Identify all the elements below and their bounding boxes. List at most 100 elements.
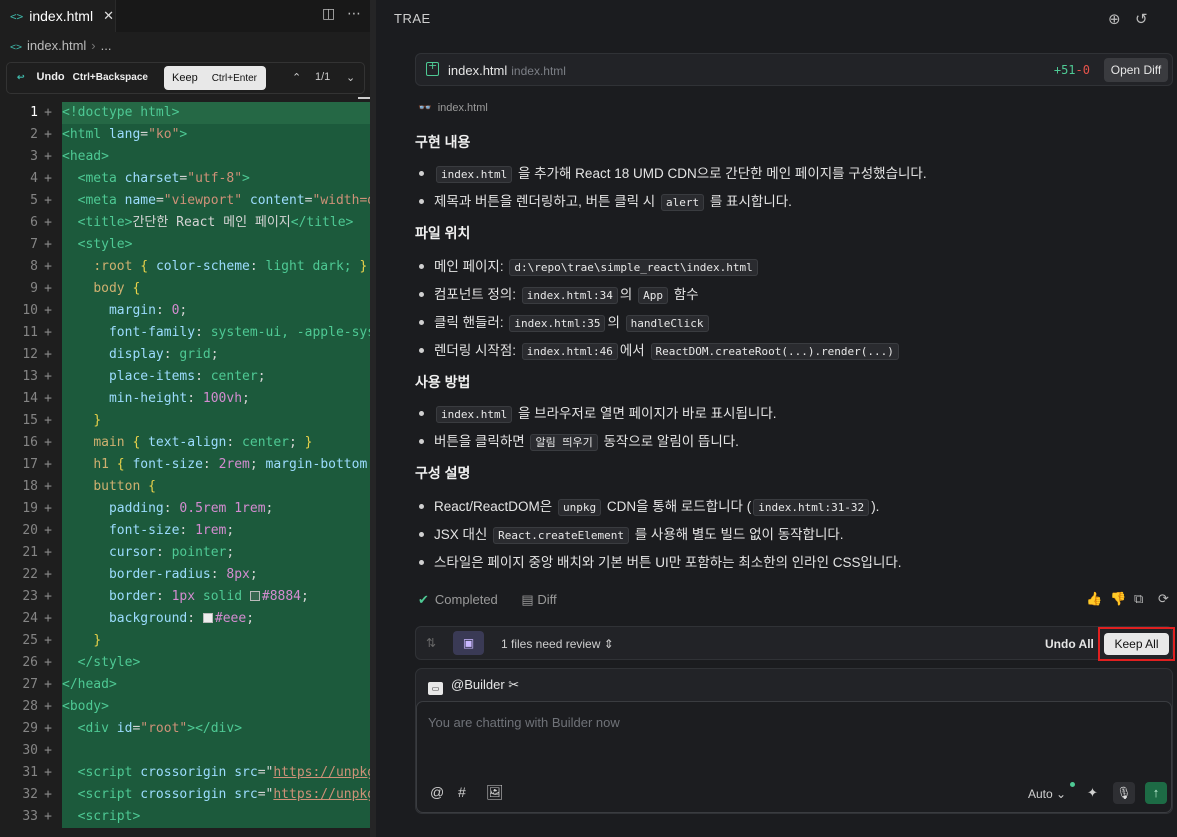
keep-all-highlight: Keep All: [1098, 627, 1175, 661]
inline-review-bar: ↩ Undo Ctrl+Backspace Keep Ctrl+Enter ⌃ 1/1…: [6, 62, 365, 94]
task-status: ✔ Completed ▤ Diff: [418, 592, 557, 607]
color-swatch: [249, 591, 260, 601]
thumbs-up-icon[interactable]: 👍: [1086, 592, 1102, 607]
file-path: index.html: [511, 64, 566, 78]
message-input[interactable]: You are chatting with Builder now @ # 🖼 …: [416, 701, 1172, 813]
code-editor: <> index.html ✕ ◫ ⋯ <> index.html ›... ↩ Un…: [0, 0, 372, 837]
builder-icon: ▭: [428, 682, 443, 695]
list-item: 제목과 버튼을 렌더링하고, 버튼 클릭 시 alert 를 표시합니다.: [415, 190, 792, 211]
list-item: 메인 페이지: d:\repo\trae\simple_react\index.…: [415, 255, 760, 276]
code-line: 25 + }: [0, 630, 372, 652]
review-file-icon[interactable]: ▣: [453, 631, 484, 655]
code-line: 19 + padding: 0.5rem 1rem;: [0, 498, 372, 520]
chevron-up-icon[interactable]: ⌃: [292, 71, 301, 84]
section-heading: 파일 위치: [415, 225, 471, 241]
split-editor-icon[interactable]: ◫: [322, 6, 335, 22]
breadcrumb-more[interactable]: ...: [101, 38, 112, 53]
section-heading: 구성 설명: [415, 465, 471, 481]
file-name: index.html index.html: [448, 63, 566, 78]
breadcrumb-file[interactable]: index.html: [27, 38, 86, 53]
code-line: 13 + place-items: center;: [0, 366, 372, 388]
diff-icon: ▤: [521, 592, 534, 607]
editor-tab-bar: <> index.html ✕ ◫ ⋯: [0, 0, 372, 32]
undo-label: Undo: [36, 71, 65, 83]
code-line: 15 + }: [0, 410, 372, 432]
close-icon[interactable]: ✕: [103, 8, 114, 24]
code-line: 20 + font-size: 1rem;: [0, 520, 372, 542]
code-file-icon: <>: [10, 9, 24, 23]
agent-selector[interactable]: ▭ @Builder ✂: [428, 677, 519, 695]
tab-index-html[interactable]: <> index.html ✕: [0, 0, 116, 32]
history-icon[interactable]: ↺: [1135, 10, 1148, 28]
code-line: 8 + :root { color-scheme: light dark; }: [0, 256, 372, 278]
code-line: 17 + h1 { font-size: 2rem; margin-bottom:: [0, 454, 372, 476]
code-line: 3 + <head>: [0, 146, 372, 168]
changed-file-card[interactable]: index.htmlindex.html +51-0 Open Diff: [415, 53, 1173, 86]
status-dot: [1070, 782, 1075, 787]
hash-icon[interactable]: #: [458, 784, 466, 800]
code-line: 5 + <meta name="viewport" content="width=…: [0, 190, 372, 212]
keep-shortcut: Ctrl+Enter: [211, 72, 257, 84]
tab-label: index.html: [29, 8, 94, 24]
files-review-dropdown[interactable]: 1 files need review ⇕: [501, 637, 614, 651]
app-window: <> index.html ✕ ◫ ⋯ <> index.html ›... ↩ Un…: [0, 0, 1177, 837]
model-selector[interactable]: Auto ⌄: [1028, 787, 1066, 801]
code-line: 16 + main { text-align: center; }: [0, 432, 372, 454]
copy-icon[interactable]: ⧉: [1134, 592, 1143, 607]
keep-all-button[interactable]: Keep All: [1104, 633, 1169, 655]
undo-button[interactable]: ↩ Undo Ctrl+Backspace: [17, 71, 148, 83]
regenerate-icon[interactable]: ⟳: [1158, 592, 1169, 607]
list-item: React/ReactDOM은 unpkg CDN을 통해 로드합니다 (ind…: [415, 495, 879, 516]
code-line: 11 + font-family: system-ui, -apple-sys: [0, 322, 372, 344]
code-line: 26 + </style>: [0, 652, 372, 674]
list-item: index.html 을 추가해 React 18 UMD CDN으로 간단한 …: [415, 162, 927, 183]
breadcrumb: <> index.html ›...: [10, 38, 111, 53]
undo-arrow-icon: ↩: [17, 72, 25, 82]
code-line: 6 + <title>간단한 React 메인 페이지</title>: [0, 212, 372, 234]
section-heading: 사용 방법: [415, 374, 471, 390]
microphone-icon[interactable]: 🎙: [1113, 782, 1135, 804]
list-item: index.html 을 브라우저로 열면 페이지가 바로 표시됩니다.: [415, 402, 776, 423]
keep-button[interactable]: Keep Ctrl+Enter: [164, 66, 266, 90]
code-line: 29 + <div id="root"></div>: [0, 718, 372, 740]
code-file-icon: <>: [10, 42, 23, 53]
mention-icon[interactable]: @: [430, 784, 444, 800]
list-item: 렌더링 시작점: index.html:46 에서 ReactDOM.create…: [415, 339, 901, 360]
glasses-icon: 👓: [418, 102, 432, 114]
list-item: 버튼을 클릭하면 알림 띄우기 동작으로 알림이 뜹니다.: [415, 430, 739, 451]
code-line: 24 + background: #eee;: [0, 608, 372, 630]
list-item: 컴포넌트 정의: index.html:34 의 App 함수: [415, 283, 699, 304]
list-item: 스타일은 페이지 중앙 배치와 기본 버튼 UI만 포함하는 최소한의 인라인 …: [415, 551, 902, 571]
code-line: 30 +: [0, 740, 372, 762]
code-lines[interactable]: 1 + <!doctype html> 2 + <html lang="ko"> 3 + <…: [0, 102, 372, 828]
more-actions-icon[interactable]: ⋯: [347, 6, 361, 22]
code-line: 23 + border: 1px solid #8884;: [0, 586, 372, 608]
code-line: 33 + <script>: [0, 806, 372, 828]
code-line: 31 + <script crossorigin src="https://unp…: [0, 762, 372, 784]
list-item: JSX 대신 React.createElement 를 사용해 별도 빌드 없…: [415, 523, 844, 544]
collapse-icon[interactable]: ⇅: [426, 636, 436, 650]
diff-stats: +51-0: [1053, 63, 1090, 77]
code-line: 32 + <script crossorigin src="https://unp…: [0, 784, 372, 806]
code-line: 9 + body {: [0, 278, 372, 300]
change-position: 1/1: [315, 71, 331, 83]
code-line: 18 + button {: [0, 476, 372, 498]
chevron-down-icon[interactable]: ⌄: [346, 71, 355, 84]
keep-label: Keep: [172, 72, 198, 84]
diff-link[interactable]: ▤ Diff: [521, 592, 556, 607]
open-diff-button[interactable]: Open Diff: [1104, 58, 1168, 82]
viewed-file[interactable]: 👓 index.html: [418, 101, 488, 114]
sparkle-icon[interactable]: ✦: [1087, 785, 1098, 801]
list-item: 클릭 핸들러: index.html:35 의 handleClick: [415, 311, 711, 332]
code-line: 12 + display: grid;: [0, 344, 372, 366]
new-chat-icon[interactable]: ⊕: [1108, 10, 1121, 28]
undo-all-button[interactable]: Undo All: [1045, 637, 1094, 651]
send-button[interactable]: ↑: [1145, 782, 1167, 804]
tools-icon: ✂: [508, 677, 520, 692]
code-line: 14 + min-height: 100vh;: [0, 388, 372, 410]
image-icon[interactable]: 🖼: [486, 784, 504, 801]
input-placeholder: You are chatting with Builder now: [428, 715, 620, 730]
check-circle-icon: ✔: [418, 592, 429, 607]
thumbs-down-icon[interactable]: 👎: [1110, 592, 1126, 607]
section-heading: 구현 내용: [415, 134, 471, 150]
